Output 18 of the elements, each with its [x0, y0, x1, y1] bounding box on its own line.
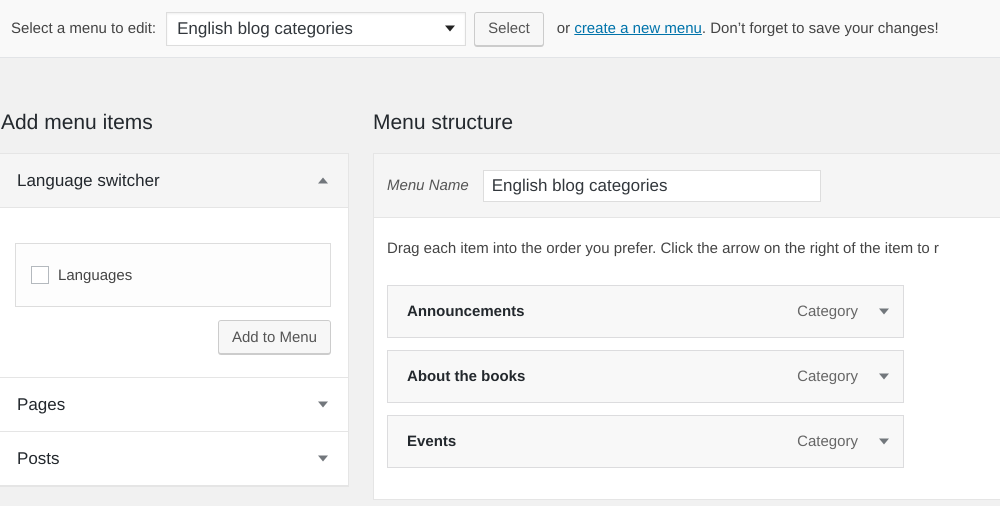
section-heading: Add menu items	[1, 110, 154, 136]
menu-item[interactable]: About the books Category	[387, 350, 904, 403]
menu-item[interactable]: Events Category	[387, 415, 904, 468]
add-to-menu-button[interactable]: Add to Menu	[218, 320, 331, 354]
create-menu-link[interactable]: create a new menu	[574, 20, 702, 37]
menu-select[interactable]: English blog categories	[166, 12, 466, 46]
help-text: or create a new menu. Don’t forget to save your changes!	[556, 20, 939, 37]
menu-name-label: Menu Name	[387, 177, 469, 194]
checkbox[interactable]	[31, 266, 49, 284]
menu-name-field[interactable]: English blog categories	[482, 170, 821, 202]
section-heading: Menu structure	[373, 110, 514, 136]
checkbox-label: Languages	[58, 266, 132, 284]
select-button[interactable]: Select	[474, 12, 544, 46]
select-label: Select a menu to edit:	[11, 20, 156, 37]
instructions-text: Drag each item into the order you prefer. Click the arrow on the right of the item to r	[387, 240, 940, 257]
accordion-header[interactable]: Language switcher	[0, 154, 348, 208]
menu-item[interactable]: Announcements Category	[387, 285, 904, 338]
caret-icon[interactable]	[445, 25, 456, 32]
